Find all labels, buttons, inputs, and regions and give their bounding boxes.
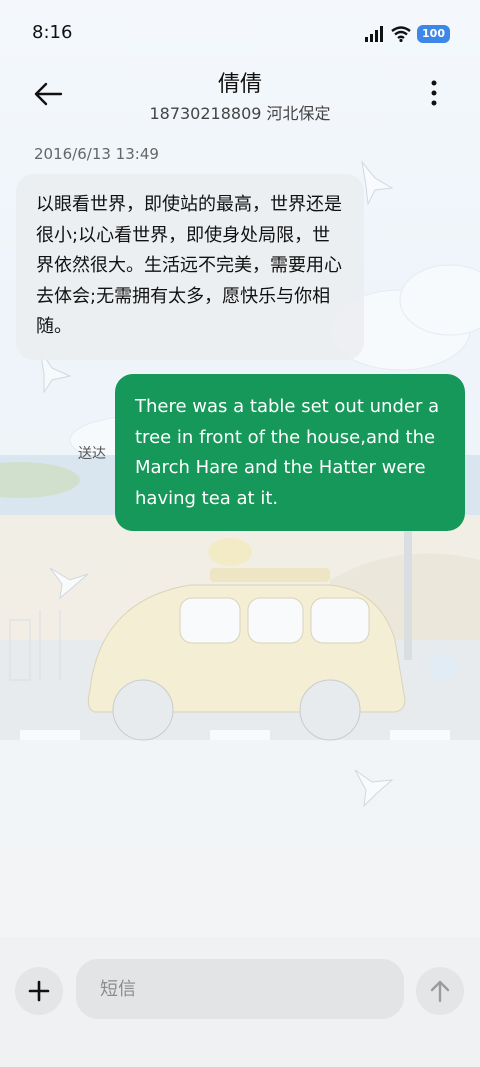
- message-timestamp: 2016/6/13 13:49: [34, 145, 159, 163]
- incoming-message-bubble[interactable]: 以眼看世界，即使站的最高，世界还是很小;以心看世界，即使身处局限，世界依然很大。…: [16, 174, 364, 360]
- contact-name: 倩倩: [217, 72, 262, 97]
- send-button[interactable]: [416, 967, 464, 1015]
- status-time: 8:16: [32, 22, 73, 43]
- status-icons: 100: [365, 22, 450, 46]
- wifi-icon: [391, 26, 411, 42]
- more-options-button[interactable]: [422, 78, 446, 108]
- outgoing-message-bubble[interactable]: There was a table set out under a tree i…: [115, 374, 465, 531]
- conversation-header: 倩倩 18730218809 河北保定: [0, 64, 480, 134]
- delivery-status: 送达: [78, 446, 106, 462]
- contact-number-location: 18730218809 河北保定: [149, 104, 331, 123]
- battery-icon: 100: [417, 25, 450, 43]
- add-attachment-button[interactable]: [15, 967, 63, 1015]
- compose-bar: [0, 937, 480, 1067]
- outgoing-message-text: There was a table set out under a tree i…: [135, 396, 440, 509]
- send-arrow-icon: [430, 980, 450, 1002]
- more-vert-icon: [431, 80, 437, 106]
- status-bar: 8:16 100: [0, 0, 480, 64]
- signal-icon: [365, 26, 384, 42]
- incoming-message-text: 以眼看世界，即使站的最高，世界还是很小;以心看世界，即使身处局限，世界依然很大。…: [36, 194, 342, 337]
- plus-icon: [28, 980, 50, 1002]
- message-input[interactable]: [76, 959, 404, 1019]
